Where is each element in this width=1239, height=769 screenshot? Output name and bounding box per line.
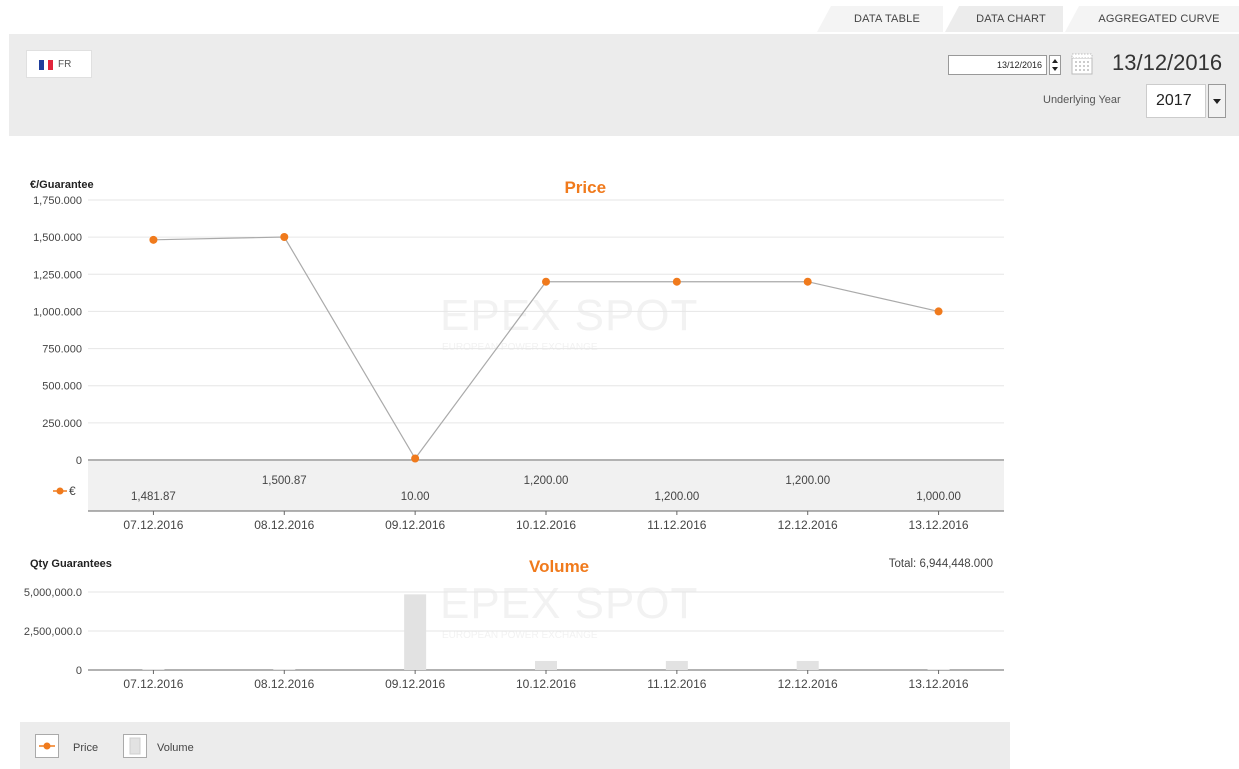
watermark-text: EPEX SPOT xyxy=(440,579,698,628)
y-tick-label: 1,250.000 xyxy=(33,269,82,281)
y-tick-label: 0 xyxy=(76,455,82,467)
price-data-label: 1,500.87 xyxy=(262,475,307,487)
x-tick-label: 07.12.2016 xyxy=(123,518,183,532)
x-tick-label: 13.12.2016 xyxy=(909,677,969,691)
x-tick-label: 10.12.2016 xyxy=(516,518,576,532)
price-chart: Price €/Guarantee 1,750.000 1,500.000 1,250.… xyxy=(30,178,1004,532)
price-series-symbol: € xyxy=(69,484,76,498)
x-tick-label: 12.12.2016 xyxy=(778,518,838,532)
x-tick-label: 13.12.2016 xyxy=(909,518,969,532)
charts-canvas: EPEX SPOT EUROPEAN POWER EXCHANGE EPEX SP… xyxy=(24,178,1004,691)
x-tick-label: 11.12.2016 xyxy=(647,518,706,532)
price-point xyxy=(149,235,158,244)
price-point xyxy=(280,233,289,242)
watermark-text: EPEX SPOT xyxy=(440,291,698,340)
volume-y-axis-label: Qty Guarantees xyxy=(30,558,112,570)
price-point xyxy=(934,307,943,316)
volume-bar xyxy=(665,660,688,670)
y-tick-label: 750.000 xyxy=(42,344,82,356)
volume-chart-title: Volume xyxy=(529,557,589,576)
y-tick-label: 5,000,000.0 xyxy=(24,587,82,599)
legend-label: Volume xyxy=(157,742,194,754)
x-tick-label: 10.12.2016 xyxy=(516,677,576,691)
x-tick-label: 07.12.2016 xyxy=(123,677,183,691)
x-tick-label: 11.12.2016 xyxy=(647,677,706,691)
price-data-label: 1,481.87 xyxy=(131,491,176,503)
price-point xyxy=(672,277,681,286)
volume-total: Total: 6,944,448.000 xyxy=(889,558,993,570)
price-chart-title: Price xyxy=(564,178,606,197)
y-tick-label: 500.000 xyxy=(42,381,82,393)
x-tick-label: 09.12.2016 xyxy=(385,677,445,691)
volume-bar xyxy=(142,669,165,670)
volume-bar xyxy=(535,660,557,670)
watermark-subtext: EUROPEAN POWER EXCHANGE xyxy=(442,342,598,353)
price-data-label: 1,200.00 xyxy=(524,475,569,487)
y-tick-label: 250.000 xyxy=(42,418,82,430)
price-y-axis-label: €/Guarantee xyxy=(30,179,94,191)
volume-legend-icon xyxy=(123,734,147,758)
price-point xyxy=(411,454,420,463)
x-tick-label: 08.12.2016 xyxy=(254,677,314,691)
y-tick-label: 0 xyxy=(76,665,82,677)
volume-bar xyxy=(927,669,950,670)
price-legend-icon xyxy=(35,734,59,758)
price-data-label: 1,200.00 xyxy=(654,491,699,503)
price-data-label: 10.00 xyxy=(401,491,430,503)
y-tick-label: 1,500.000 xyxy=(33,232,82,244)
legend-label: Price xyxy=(73,742,99,754)
price-point xyxy=(803,277,812,286)
price-data-label: 1,200.00 xyxy=(785,475,830,487)
y-tick-label: 1,750.000 xyxy=(33,195,82,207)
x-tick-label: 08.12.2016 xyxy=(254,518,314,532)
volume-bar xyxy=(796,660,819,670)
watermark-subtext: EUROPEAN POWER EXCHANGE xyxy=(442,630,598,641)
y-tick-label: 2,500,000.0 xyxy=(24,626,82,638)
y-tick-label: 1,000.000 xyxy=(33,306,82,318)
price-point xyxy=(542,277,550,286)
watermark: EPEX SPOT EUROPEAN POWER EXCHANGE xyxy=(440,291,698,353)
x-tick-label: 12.12.2016 xyxy=(778,677,838,691)
x-tick-label: 09.12.2016 xyxy=(385,518,445,532)
watermark: EPEX SPOT EUROPEAN POWER EXCHANGE xyxy=(440,579,698,641)
volume-bar xyxy=(404,594,427,670)
price-data-label: 1,000.00 xyxy=(916,491,961,503)
volume-bar xyxy=(273,669,296,670)
price-series-symbol-marker xyxy=(56,487,64,495)
